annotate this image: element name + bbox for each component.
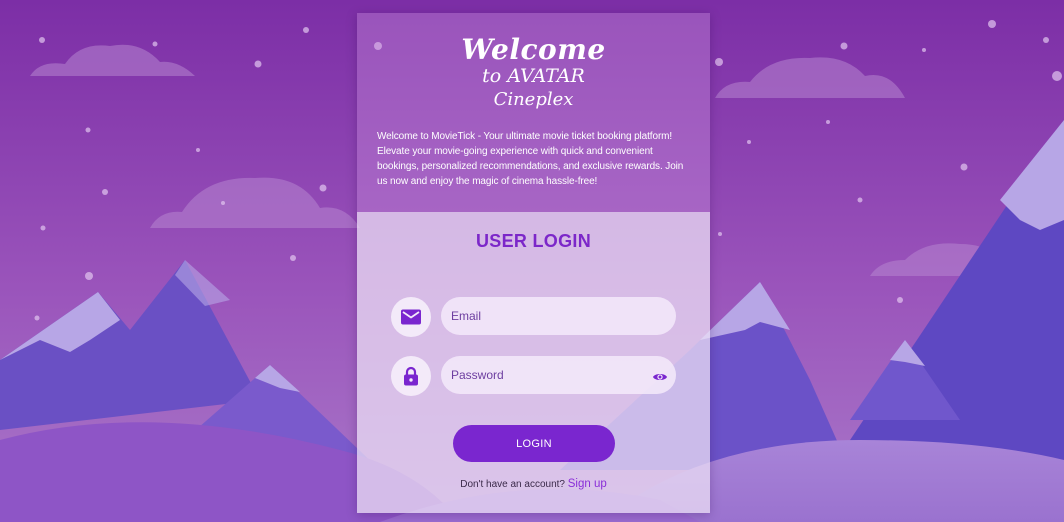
welcome-line-3: Cineplex [493, 89, 574, 110]
login-card: Welcome to AVATAR Cineplex Welcome to Mo… [357, 13, 710, 513]
welcome-line-1: Welcome [461, 33, 606, 66]
welcome-heading: Welcome to AVATAR Cineplex [357, 35, 710, 112]
email-input[interactable] [441, 297, 676, 335]
signup-link[interactable]: Sign up [568, 478, 607, 490]
password-input[interactable] [441, 356, 676, 394]
signup-prompt: Don't have an account? Sign up [357, 478, 710, 490]
mail-icon [401, 309, 421, 325]
intro-text: Welcome to MovieTick - Your ultimate mov… [377, 131, 684, 187]
login-title: USER LOGIN [475, 231, 591, 251]
eye-icon[interactable] [652, 369, 668, 385]
login-button[interactable]: LOGIN [453, 425, 615, 462]
lock-icon [404, 366, 418, 386]
welcome-line-2: to AVATAR [482, 65, 585, 87]
mail-icon-circle [391, 297, 431, 337]
lock-icon-circle [391, 356, 431, 396]
signup-prompt-text: Don't have an account? [460, 479, 565, 490]
